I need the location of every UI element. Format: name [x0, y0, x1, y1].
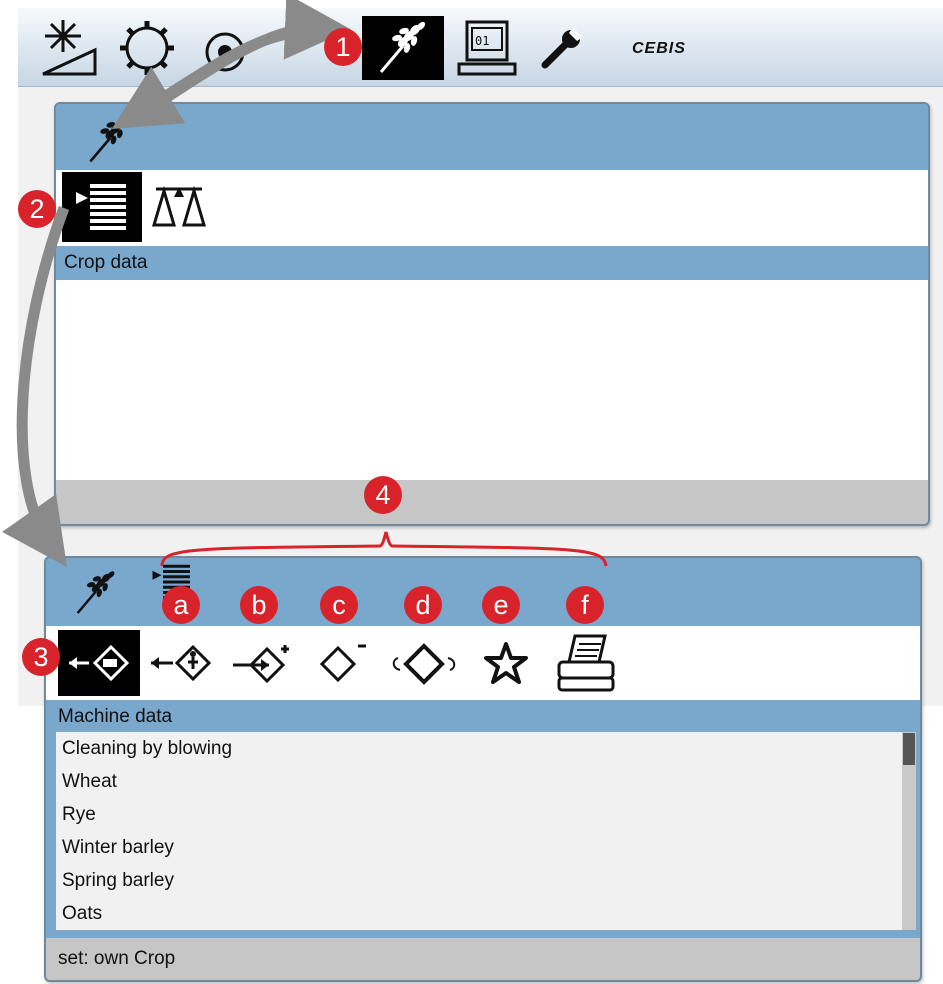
callout-e: e — [482, 586, 520, 624]
callout-3: 3 — [22, 638, 60, 676]
callout-f: f — [566, 586, 604, 624]
annotation-overlay — [2, 0, 608, 568]
callout-c: c — [320, 586, 358, 624]
callout-1: 1 — [324, 28, 362, 66]
arrow-crop-to-top — [147, 0, 351, 113]
callout-b: b — [240, 586, 278, 624]
bracket-4 — [160, 531, 608, 567]
callout-2: 2 — [18, 190, 56, 228]
callout-4: 4 — [364, 476, 402, 514]
callout-d: d — [404, 586, 442, 624]
arrow-2-to-machine-panel — [2, 206, 70, 568]
callout-a: a — [162, 586, 200, 624]
